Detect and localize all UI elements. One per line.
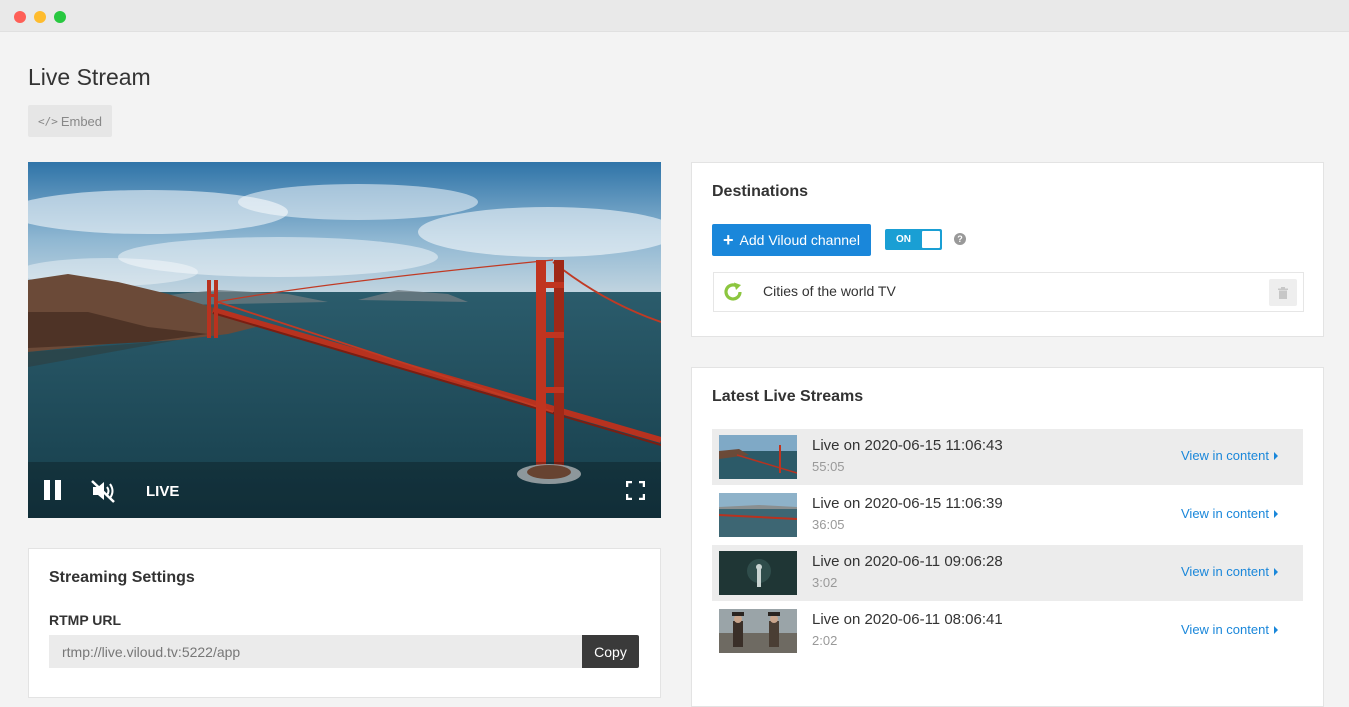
refresh-icon[interactable] bbox=[722, 281, 744, 303]
view-in-content-label: View in content bbox=[1181, 506, 1269, 521]
caret-right-icon bbox=[1273, 452, 1278, 460]
toggle-knob bbox=[922, 231, 940, 248]
destination-channel-name: Cities of the world TV bbox=[763, 283, 896, 299]
stream-thumbnail bbox=[719, 609, 797, 653]
copy-button[interactable]: Copy bbox=[582, 635, 639, 668]
add-viloud-channel-label: Add Viloud channel bbox=[739, 232, 860, 248]
trash-icon bbox=[1278, 286, 1288, 299]
streaming-settings-title: Streaming Settings bbox=[49, 569, 195, 586]
pause-icon[interactable] bbox=[44, 480, 62, 500]
stream-duration: 3:02 bbox=[812, 575, 838, 590]
caret-right-icon bbox=[1273, 510, 1278, 518]
live-indicator: LIVE bbox=[146, 483, 180, 500]
window-titlebar bbox=[0, 0, 1349, 32]
stream-thumbnail bbox=[719, 551, 797, 595]
view-in-content-link[interactable]: View in content bbox=[1181, 622, 1278, 637]
page-title: Live Stream bbox=[28, 64, 151, 90]
view-in-content-label: View in content bbox=[1181, 448, 1269, 463]
help-icon[interactable]: ? bbox=[954, 233, 966, 245]
code-icon: </> bbox=[37, 114, 58, 128]
maximize-window-button[interactable] bbox=[54, 11, 66, 23]
stream-title: Live on 2020-06-15 11:06:43 bbox=[812, 437, 1003, 454]
stream-row[interactable]: Live on 2020-06-15 11:06:39 36:05 View i… bbox=[712, 487, 1303, 543]
latest-live-streams-card: Latest Live Streams Live on 2020-06-15 1… bbox=[691, 367, 1324, 707]
stream-row[interactable]: Live on 2020-06-11 09:06:28 3:02 View in… bbox=[712, 545, 1303, 601]
mute-icon[interactable] bbox=[90, 478, 116, 504]
view-in-content-link[interactable]: View in content bbox=[1181, 564, 1278, 579]
view-in-content-link[interactable]: View in content bbox=[1181, 448, 1278, 463]
stream-duration: 2:02 bbox=[812, 633, 838, 648]
destinations-toggle[interactable]: ON bbox=[885, 229, 942, 250]
latest-live-streams-title: Latest Live Streams bbox=[712, 388, 864, 405]
stream-title: Live on 2020-06-11 09:06:28 bbox=[812, 553, 1003, 570]
embed-button[interactable]: </> Embed bbox=[28, 105, 112, 137]
minimize-window-button[interactable] bbox=[34, 11, 46, 23]
fullscreen-icon[interactable] bbox=[626, 481, 645, 500]
toggle-label: ON bbox=[896, 234, 911, 245]
player-controls: LIVE bbox=[28, 462, 661, 518]
view-in-content-label: View in content bbox=[1181, 622, 1269, 637]
destination-channel-row: Cities of the world TV bbox=[713, 272, 1304, 312]
stream-row[interactable]: Live on 2020-06-15 11:06:43 55:05 View i… bbox=[712, 429, 1303, 485]
stream-title: Live on 2020-06-11 08:06:41 bbox=[812, 611, 1003, 628]
stream-thumbnail bbox=[719, 435, 797, 479]
delete-destination-button[interactable] bbox=[1269, 279, 1297, 306]
destinations-card: Destinations + Add Viloud channel ON ? C… bbox=[691, 162, 1324, 337]
stream-title: Live on 2020-06-15 11:06:39 bbox=[812, 495, 1003, 512]
caret-right-icon bbox=[1273, 568, 1278, 576]
embed-button-label: Embed bbox=[60, 113, 103, 129]
stream-row[interactable]: Live on 2020-06-11 08:06:41 2:02 View in… bbox=[712, 603, 1303, 659]
rtmp-url-field[interactable] bbox=[49, 635, 583, 668]
add-viloud-channel-button[interactable]: + Add Viloud channel bbox=[712, 224, 871, 256]
view-in-content-link[interactable]: View in content bbox=[1181, 506, 1278, 521]
streaming-settings-card: Streaming Settings RTMP URL Copy bbox=[28, 548, 661, 698]
stream-duration: 36:05 bbox=[812, 517, 845, 532]
stream-duration: 55:05 bbox=[812, 459, 845, 474]
plus-icon: + bbox=[723, 230, 734, 250]
rtmp-url-label: RTMP URL bbox=[49, 612, 122, 628]
destinations-title: Destinations bbox=[712, 183, 809, 200]
stream-thumbnail bbox=[719, 493, 797, 537]
view-in-content-label: View in content bbox=[1181, 564, 1269, 579]
video-player[interactable]: LIVE bbox=[28, 162, 661, 518]
caret-right-icon bbox=[1273, 626, 1278, 634]
close-window-button[interactable] bbox=[14, 11, 26, 23]
